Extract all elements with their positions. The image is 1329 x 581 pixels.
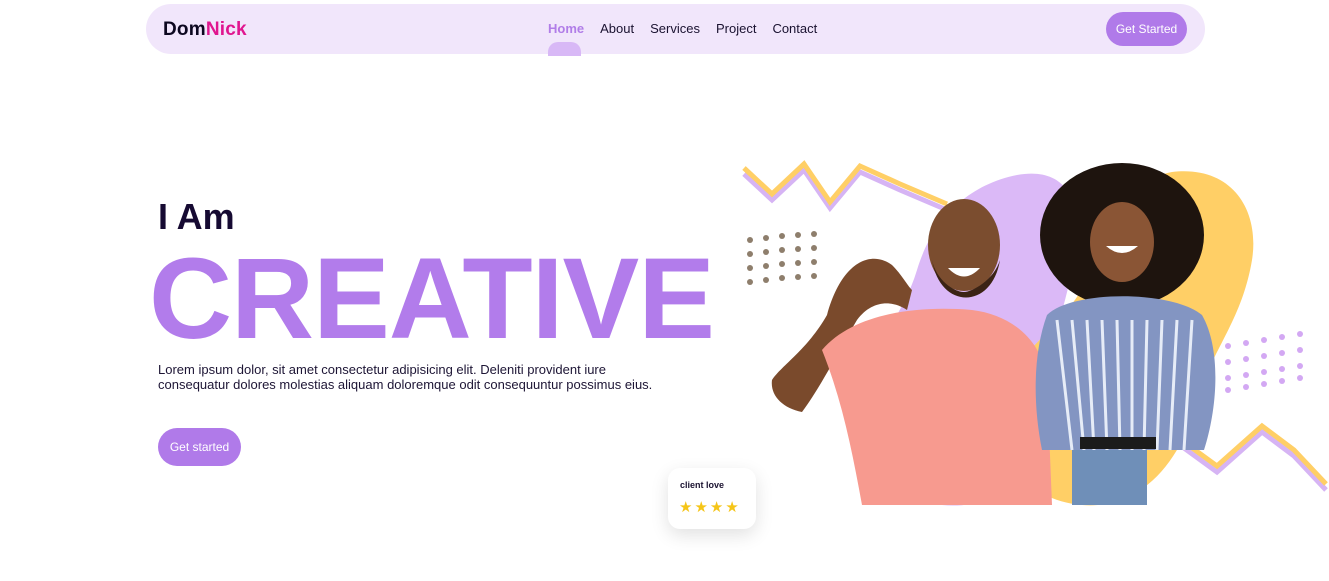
active-nav-indicator [548,42,581,56]
logo[interactable]: DomNick [163,19,247,41]
client-love-card: client love ★ ★ ★ ★ [668,468,756,529]
client-love-title: client love [680,480,725,490]
hero-description: Lorem ipsum dolor, sit amet consectetur … [158,362,653,392]
star-icon: ★ [725,499,739,516]
logo-part-dom: Dom [163,19,206,40]
dots-grid-right [1225,331,1303,393]
nav-link-services[interactable]: Services [650,21,700,36]
rating-stars: ★ ★ ★ ★ [679,500,739,515]
get-started-hero-button[interactable]: Get started [158,428,241,466]
navbar: DomNick Home About Services Project Cont… [146,4,1205,56]
dots-grid-left [747,231,817,285]
star-icon: ★ [679,499,693,516]
hero-intro: I Am [158,196,235,237]
star-icon: ★ [694,499,708,516]
logo-part-nick: Nick [205,19,247,40]
hero-illustration [742,160,1328,506]
nav-link-contact[interactable]: Contact [772,21,817,36]
hero-headline: CREATIVE [149,235,715,363]
get-started-nav-button[interactable]: Get Started [1106,12,1187,46]
nav-link-about[interactable]: About [600,21,634,36]
nav-link-home[interactable]: Home [548,21,584,36]
nav-links: Home About Services Project Contact [548,21,833,36]
star-icon: ★ [709,499,724,516]
nav-link-project[interactable]: Project [716,21,756,36]
